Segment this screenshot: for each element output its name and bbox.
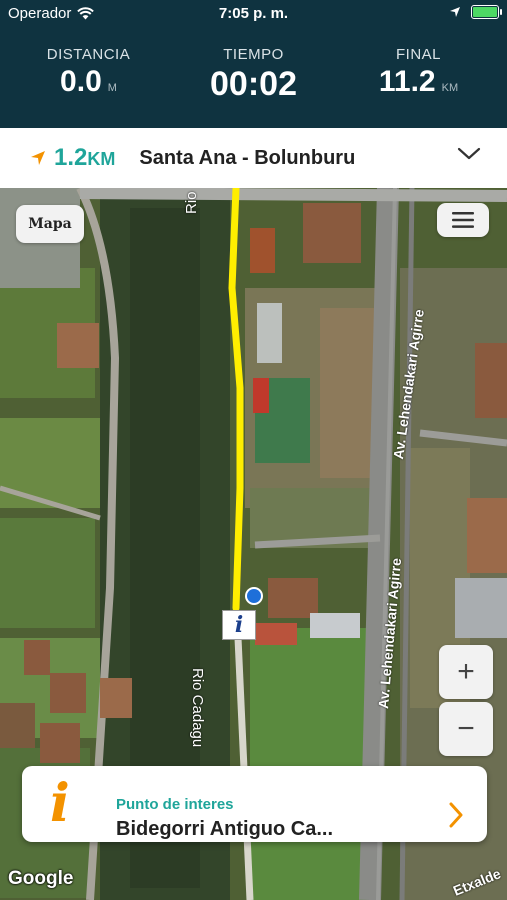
distance-value: 0.0	[60, 65, 102, 98]
location-arrow-icon	[450, 7, 460, 17]
final-unit: KM	[441, 82, 459, 94]
final-value: 11.2	[378, 65, 436, 98]
river-label-top: Rio	[183, 191, 200, 214]
status-bar: Operador 7:05 p. m.	[0, 0, 507, 28]
route-bar[interactable]: 1.2KM Santa Ana - Bolunburu	[0, 128, 507, 189]
status-right-group	[449, 5, 502, 19]
zoom-out-button[interactable]: −	[439, 702, 493, 756]
poi-marker[interactable]: i	[222, 610, 256, 640]
poi-card[interactable]: i Punto de interes Bidegorri Antiguo Ca.…	[22, 766, 487, 842]
chevron-down-icon[interactable]	[457, 146, 481, 162]
distance-stat: DISTANCIA 0.0 M	[4, 46, 173, 99]
route-distance-value: 1.2	[54, 144, 88, 171]
map-type-button[interactable]: Mapa	[16, 205, 84, 243]
distance-label: DISTANCIA	[46, 46, 131, 63]
time-stat: TIEMPO 00:02	[169, 46, 338, 104]
final-label: FINAL	[395, 46, 441, 63]
distance-unit: M	[107, 82, 117, 94]
final-stat: FINAL 11.2 KM	[334, 46, 503, 99]
route-distance-unit: KM	[87, 149, 116, 169]
zoom-in-button[interactable]: +	[439, 645, 493, 699]
route-distance: 1.2KM	[54, 144, 115, 172]
time-value: 00:02	[210, 65, 297, 103]
time-label: TIEMPO	[223, 46, 284, 63]
google-logo: Google	[8, 868, 74, 889]
river-label-bottom: Rio Cadagu	[189, 668, 206, 748]
chevron-right-icon[interactable]	[449, 802, 463, 828]
hamburger-menu-icon	[452, 212, 474, 228]
status-time: 7:05 p. m.	[218, 5, 289, 22]
poi-category: Punto de interes	[116, 796, 234, 813]
menu-button[interactable]	[437, 203, 489, 237]
stats-header: DISTANCIA 0.0 M TIEMPO 00:02 FINAL 11.2 KM	[0, 28, 507, 128]
direction-arrow-icon	[31, 151, 45, 165]
battery-icon	[471, 5, 502, 19]
poi-title: Bidegorri Antiguo Ca...	[116, 818, 334, 840]
route-name: Santa Ana - Bolunburu	[139, 146, 356, 169]
info-icon: i	[234, 612, 244, 638]
info-icon: i	[50, 773, 70, 834]
